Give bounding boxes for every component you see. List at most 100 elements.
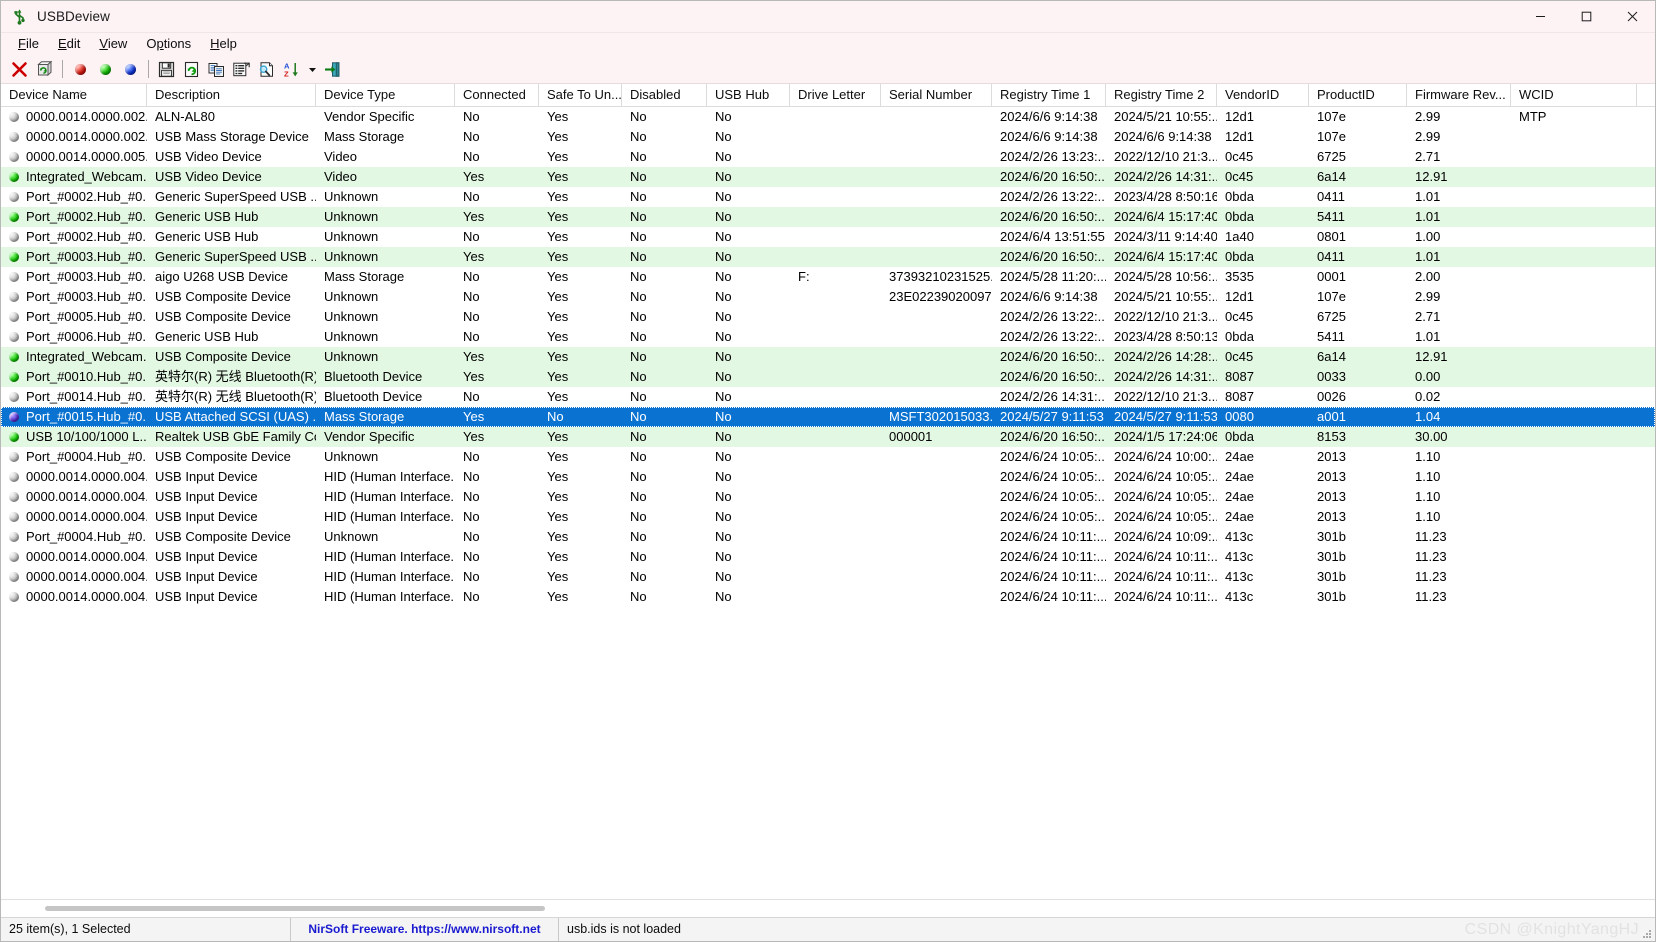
table-row[interactable]: 0000.0014.0000.004.... USB Input Device HI… [1,547,1655,567]
cell-description: Generic SuperSpeed USB ... [155,249,316,264]
device-status-green-icon [9,172,19,182]
refresh-icon[interactable] [179,57,204,81]
table-row[interactable]: Port_#0004.Hub_#0... USB Composite Device… [1,447,1655,467]
device-name-text: Port_#0003.Hub_#0... [26,269,147,284]
sort-by-icon[interactable]: A Z [279,57,304,81]
device-name-text: Port_#0003.Hub_#0... [26,289,147,304]
cell-firmware-rev: 1.01 [1415,189,1441,204]
table-row[interactable]: 0000.0014.0000.005.... USB Video Device Vi… [1,147,1655,167]
table-row[interactable]: USB 10/100/1000 L... Realtek USB GbE Fami… [1,427,1655,447]
device-list-view[interactable]: Device Name ⟋ Description Device Type Connec… [1,83,1655,899]
menu-view[interactable]: View [90,35,136,53]
exit-icon[interactable] [320,57,345,81]
cell-productid: 301b [1317,549,1346,564]
column-header-productid[interactable]: ProductID [1309,84,1407,106]
menu-edit[interactable]: Edit [49,35,89,53]
cell-safe-to-un: Yes [547,449,569,464]
cell-safe-to-un: Yes [547,309,569,324]
scrollbar-track[interactable] [5,903,1651,914]
sort-dropdown-arrow-icon[interactable] [304,57,320,81]
column-header-safe-to-un[interactable]: Safe To Un... [539,84,622,106]
column-header-description[interactable]: Description [147,84,316,106]
cell-disabled: No [630,189,647,204]
column-header-wcid[interactable]: WCID [1511,84,1637,106]
device-status-grey-icon [9,312,19,322]
table-row[interactable]: 0000.0014.0000.004.... USB Input Device HI… [1,467,1655,487]
enable-selected-devices-icon[interactable] [93,57,118,81]
column-header-device-type[interactable]: Device Type [316,84,455,106]
disable-selected-devices-icon[interactable] [68,57,93,81]
cell-safe-to-un: Yes [547,489,569,504]
table-row[interactable]: Port_#0015.Hub_#0... USB Attached SCSI (U… [1,407,1655,427]
minimize-button[interactable] [1517,1,1563,32]
column-header-firmware-rev[interactable]: Firmware Rev... [1407,84,1511,106]
table-row[interactable]: Port_#0002.Hub_#0... Generic USB Hub Unkno… [1,227,1655,247]
table-row[interactable]: Port_#0006.Hub_#0... Generic USB Hub Unkno… [1,327,1655,347]
cell-vendorid: 8087 [1225,389,1254,404]
cell-registry-time-1: 2024/6/6 9:14:38 [1000,109,1098,124]
table-row[interactable]: Port_#0003.Hub_#0... aigo U268 USB Device… [1,267,1655,287]
resize-grip-icon[interactable] [1640,927,1652,939]
menu-options[interactable]: Options [137,35,200,53]
column-header-connected[interactable]: Connected [455,84,539,106]
clean-unused-entries-icon[interactable] [32,57,57,81]
column-header-registry-time-2[interactable]: Registry Time 2 [1106,84,1217,106]
table-row[interactable]: Port_#0005.Hub_#0... USB Composite Device… [1,307,1655,327]
cell-device-name: 0000.0014.0000.005.... [1,147,147,167]
cell-connected: Yes [463,369,485,384]
html-report-icon[interactable] [254,57,279,81]
table-row[interactable]: Port_#0002.Hub_#0... Generic SuperSpeed U… [1,187,1655,207]
column-header-disabled[interactable]: Disabled [622,84,707,106]
table-row[interactable]: Port_#0003.Hub_#0... Generic SuperSpeed U… [1,247,1655,267]
properties-icon[interactable] [229,57,254,81]
table-row[interactable]: 0000.0014.0000.004.... USB Input Device HI… [1,487,1655,507]
column-header-serial-number[interactable]: Serial Number [881,84,992,106]
cell-description: USB Composite Device [155,529,291,544]
horizontal-scrollbar[interactable] [1,899,1655,917]
table-row[interactable]: Port_#0014.Hub_#0... 英特尔(R) 无线 Bluetooth(… [1,387,1655,407]
column-header-registry-time-1[interactable]: Registry Time 1 [992,84,1106,106]
table-row[interactable]: Port_#0002.Hub_#0... Generic USB Hub Unkno… [1,207,1655,227]
cell-device-type: Bluetooth Device [324,389,423,404]
toolbar-separator-1 [62,60,63,78]
cell-registry-time-1: 2024/5/28 11:20:... [1000,269,1106,284]
cell-registry-time-1: 2024/6/24 10:05:... [1000,509,1106,524]
column-header-device-name[interactable]: Device Name ⟋ [1,84,147,106]
cell-connected: Yes [463,249,485,264]
column-header-drive-letter[interactable]: Drive Letter [790,84,881,106]
table-row[interactable]: 0000.0014.0000.002.... USB Mass Storage D… [1,127,1655,147]
close-button[interactable] [1609,1,1655,32]
device-status-green-icon [9,432,19,442]
cell-disabled: No [630,409,647,424]
cell-usb-hub: No [715,549,732,564]
column-header-usb-hub[interactable]: USB Hub [707,84,790,106]
menu-help[interactable]: Help [201,35,246,53]
menu-file[interactable]: File [9,35,48,53]
maximize-button[interactable] [1563,1,1609,32]
device-rows[interactable]: 0000.0014.0000.002.... ALN-AL80 Vendor Spe… [1,107,1655,899]
table-row[interactable]: 0000.0014.0000.004.... USB Input Device HI… [1,587,1655,607]
device-status-grey-icon [9,232,19,242]
table-row[interactable]: 0000.0014.0000.004.... USB Input Device HI… [1,507,1655,527]
table-row[interactable]: Port_#0003.Hub_#0... USB Composite Device… [1,287,1655,307]
cell-safe-to-un: Yes [547,289,569,304]
cell-safe-to-un: No [547,409,564,424]
cell-device-type: Mass Storage [324,409,405,424]
table-row[interactable]: 0000.0014.0000.002.... ALN-AL80 Vendor Spe… [1,107,1655,127]
save-selected-items-icon[interactable] [154,57,179,81]
status-nirsoft-link[interactable]: NirSoft Freeware. https://www.nirsoft.ne… [291,918,559,941]
cell-registry-time-1: 2024/6/6 9:14:38 [1000,129,1098,144]
scrollbar-thumb[interactable] [45,906,545,911]
table-row[interactable]: 0000.0014.0000.004.... USB Input Device HI… [1,567,1655,587]
cell-serial-number: 37393210231525... [889,269,992,284]
disable-enable-selected-devices-icon[interactable] [118,57,143,81]
copy-selected-items-icon[interactable] [204,57,229,81]
table-row[interactable]: Port_#0004.Hub_#0... USB Composite Device… [1,527,1655,547]
table-row[interactable]: Port_#0010.Hub_#0... 英特尔(R) 无线 Bluetooth(… [1,367,1655,387]
column-header-vendorid[interactable]: VendorID [1217,84,1309,106]
uninstall-selected-devices-icon[interactable] [7,57,32,81]
table-row[interactable]: Integrated_Webcam... USB Composite Device… [1,347,1655,367]
table-row[interactable]: Integrated_Webcam... USB Video Device Vide… [1,167,1655,187]
cell-connected: Yes [463,429,485,444]
cell-vendorid: 0bda [1225,429,1254,444]
